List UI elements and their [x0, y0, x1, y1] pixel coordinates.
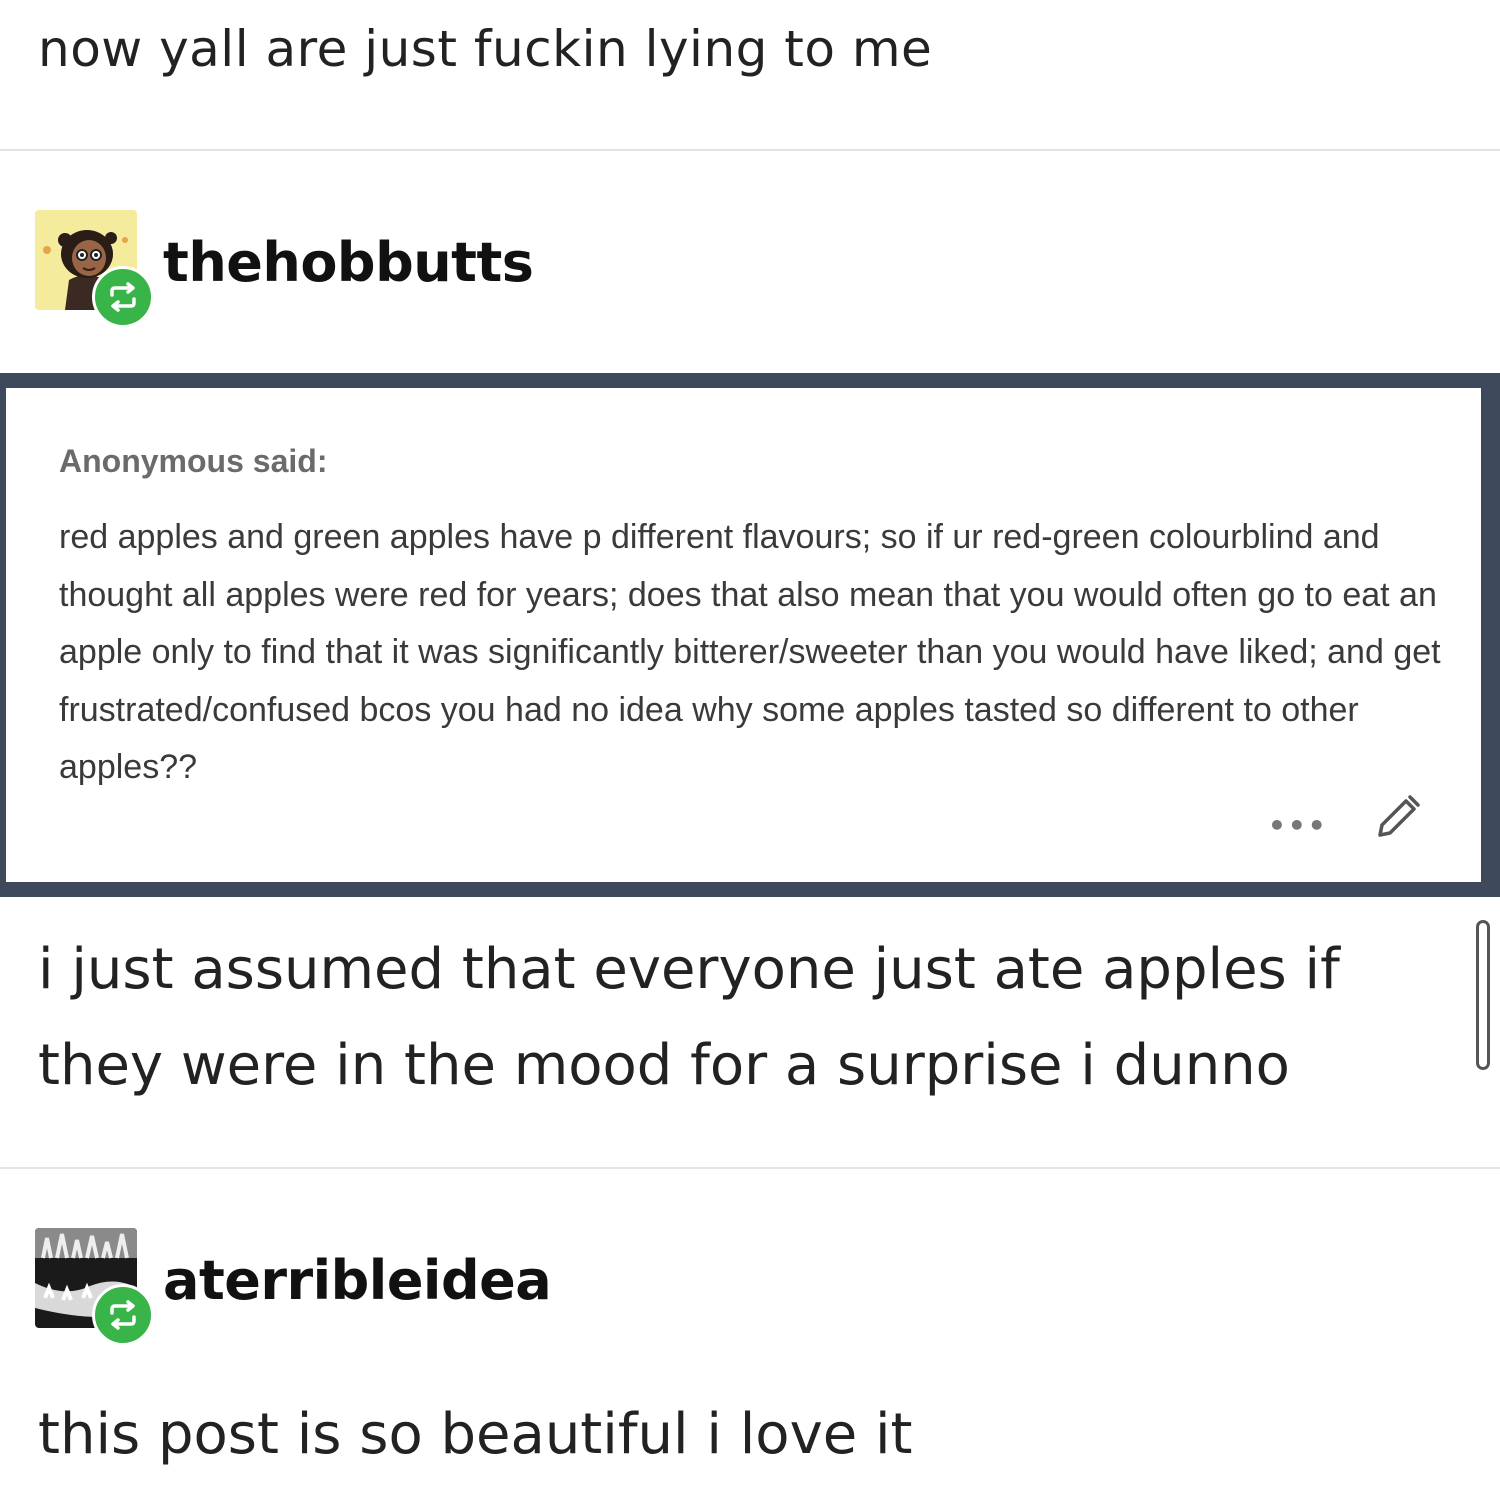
reblog-header-aterribleidea: aterribleidea — [35, 1228, 735, 1346]
reblog-badge — [92, 266, 154, 328]
username[interactable]: aterribleidea — [163, 1246, 552, 1316]
reply-text: this post is so beautiful i love it — [38, 1402, 913, 1467]
username[interactable]: thehobbutts — [163, 228, 534, 298]
ask-box: Anonymous said: red apples and green app… — [6, 388, 1481, 882]
answer-text: i just assumed that everyone just ate ap… — [38, 937, 1340, 1098]
scrollbar[interactable] — [1476, 920, 1490, 1070]
divider — [0, 149, 1500, 151]
asker-label: Anonymous said: — [59, 443, 328, 479]
pencil-icon[interactable] — [1368, 791, 1424, 847]
top-post-text: now yall are just fuckin lying to me — [38, 20, 933, 78]
divider — [0, 1167, 1500, 1169]
reblog-badge — [92, 1284, 154, 1346]
ask-question: red apples and green apples have p diffe… — [59, 518, 1441, 786]
ask-frame: Anonymous said: red apples and green app… — [0, 373, 1500, 897]
more-options-icon[interactable]: ••• — [1268, 812, 1326, 840]
reblog-icon — [110, 1300, 136, 1330]
reblog-header-thehobbutts: thehobbutts — [35, 210, 735, 328]
reblog-icon — [110, 282, 136, 312]
